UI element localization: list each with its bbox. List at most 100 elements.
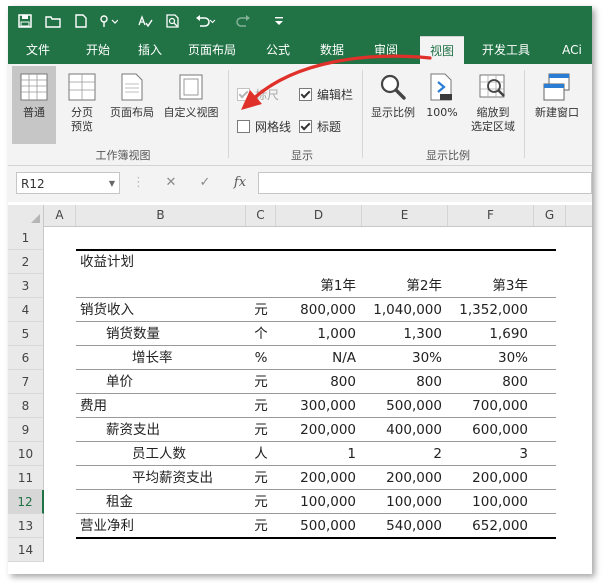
year3-value[interactable]: 30% [448,346,528,370]
tab-developer[interactable]: 开发工具 [476,36,536,64]
worksheet-grid[interactable]: A B C D E F G 1 2 3 4 5 6 7 8 9 10 11 12 13 14 收益计划 第1… [8,205,592,574]
tab-data[interactable]: 数据 [312,36,352,64]
year3-value[interactable]: 3 [448,442,528,466]
column-header-b[interactable]: B [76,205,246,226]
year2-value[interactable]: 30% [362,346,442,370]
formula-bar-splitter-icon[interactable]: ⋮ [132,172,145,194]
formula-bar-checkbox[interactable]: 编辑栏 [299,86,353,103]
ruler-checkbox[interactable]: 标尺 [237,86,279,103]
year1-value[interactable]: 500,000 [276,514,356,538]
sheet-title[interactable]: 收益计划 [80,250,240,274]
row-label[interactable]: 销货数量 [80,322,272,346]
year2-value[interactable]: 100,000 [362,490,442,514]
column-header-e[interactable]: E [362,205,448,226]
row-label[interactable]: 薪资支出 [80,418,272,442]
column-header-a[interactable]: A [44,205,76,226]
tab-home[interactable]: 开始 [78,36,118,64]
column-header-d[interactable]: D [276,205,362,226]
formula-input[interactable] [258,172,592,194]
year2-value[interactable]: 800 [362,370,442,394]
redo-icon[interactable] [230,6,260,36]
row-header[interactable]: 13 [8,514,44,538]
year-header[interactable]: 第3年 [448,274,528,298]
row-header[interactable]: 8 [8,394,44,418]
row-header[interactable]: 2 [8,250,44,274]
year1-value[interactable]: 800 [276,370,356,394]
column-header-f[interactable]: F [448,205,534,226]
row-label[interactable]: 销货收入 [80,298,246,322]
headings-checkbox[interactable]: 标题 [299,118,341,135]
year2-value[interactable]: 400,000 [362,418,442,442]
unit-cell[interactable]: 元 [246,370,276,394]
year1-value[interactable]: N/A [276,346,356,370]
row-header[interactable]: 5 [8,322,44,346]
year3-value[interactable]: 1,352,000 [448,298,528,322]
year-header[interactable]: 第1年 [276,274,356,298]
column-header-c[interactable]: C [246,205,276,226]
row-header[interactable]: 11 [8,466,44,490]
save-icon[interactable] [14,6,36,36]
cancel-icon[interactable]: ✕ [160,172,182,194]
unit-cell[interactable]: 元 [246,514,276,538]
unit-cell[interactable]: 元 [246,298,276,322]
year2-value[interactable]: 200,000 [362,466,442,490]
new-window-button[interactable]: 新建窗口 [526,66,588,144]
tab-acrobat[interactable]: ACi [552,36,592,64]
row-header[interactable]: 9 [8,418,44,442]
year2-value[interactable]: 2 [362,442,442,466]
spelling-icon[interactable] [134,6,156,36]
row-header[interactable]: 3 [8,274,44,298]
column-header-g[interactable]: G [534,205,566,226]
tab-page-layout[interactable]: 页面布局 [180,36,244,64]
row-header[interactable]: 1 [8,226,44,250]
custom-views-button[interactable]: 自定义视图 [158,66,224,144]
enter-icon[interactable]: ✓ [194,172,216,194]
row-header[interactable]: 6 [8,346,44,370]
year3-value[interactable]: 1,690 [448,322,528,346]
year1-value[interactable]: 300,000 [276,394,356,418]
year2-value[interactable]: 1,300 [362,322,442,346]
open-folder-icon[interactable] [42,6,64,36]
year3-value[interactable]: 600,000 [448,418,528,442]
row-header[interactable]: 14 [8,538,44,562]
year-header[interactable]: 第2年 [362,274,442,298]
year3-value[interactable]: 652,000 [448,514,528,538]
name-box[interactable]: R12 ▼ [16,172,120,194]
zoom-to-selection-button[interactable]: 缩放到 选定区域 [462,66,524,144]
select-all-button[interactable] [8,205,44,226]
unit-cell[interactable]: 人 [246,442,276,466]
tab-file[interactable]: 文件 [18,36,58,64]
new-document-icon[interactable] [70,6,92,36]
page-break-preview-button[interactable]: 分页 预览 [60,66,104,144]
gridlines-checkbox[interactable]: 网格线 [237,118,291,135]
row-label[interactable]: 单价 [80,370,272,394]
touch-mode-icon[interactable] [94,6,122,36]
row-header[interactable]: 7 [8,370,44,394]
year2-value[interactable]: 1,040,000 [362,298,442,322]
year1-value[interactable]: 800,000 [276,298,356,322]
customize-toolbar-icon[interactable] [270,6,288,36]
year1-value[interactable]: 1 [276,442,356,466]
year1-value[interactable]: 200,000 [276,466,356,490]
year2-value[interactable]: 540,000 [362,514,442,538]
row-header[interactable]: 12 [8,490,44,514]
row-header[interactable]: 4 [8,298,44,322]
zoom-100-button[interactable]: 100% [422,66,462,144]
tab-insert[interactable]: 插入 [130,36,170,64]
unit-cell[interactable]: 个 [246,322,276,346]
year1-value[interactable]: 200,000 [276,418,356,442]
print-preview-icon[interactable] [162,6,184,36]
tab-view[interactable]: 视图 [420,36,464,65]
chevron-down-icon[interactable]: ▼ [109,173,115,195]
year3-value[interactable]: 700,000 [448,394,528,418]
unit-cell[interactable]: 元 [246,418,276,442]
year1-value[interactable]: 100,000 [276,490,356,514]
undo-icon[interactable] [190,6,220,36]
row-label[interactable]: 费用 [80,394,246,418]
zoom-button[interactable]: 显示比例 [366,66,420,144]
unit-cell[interactable]: 元 [246,466,276,490]
page-layout-view-button[interactable]: 页面布局 [106,66,158,144]
year3-value[interactable]: 100,000 [448,490,528,514]
year2-value[interactable]: 500,000 [362,394,442,418]
row-header[interactable]: 10 [8,442,44,466]
